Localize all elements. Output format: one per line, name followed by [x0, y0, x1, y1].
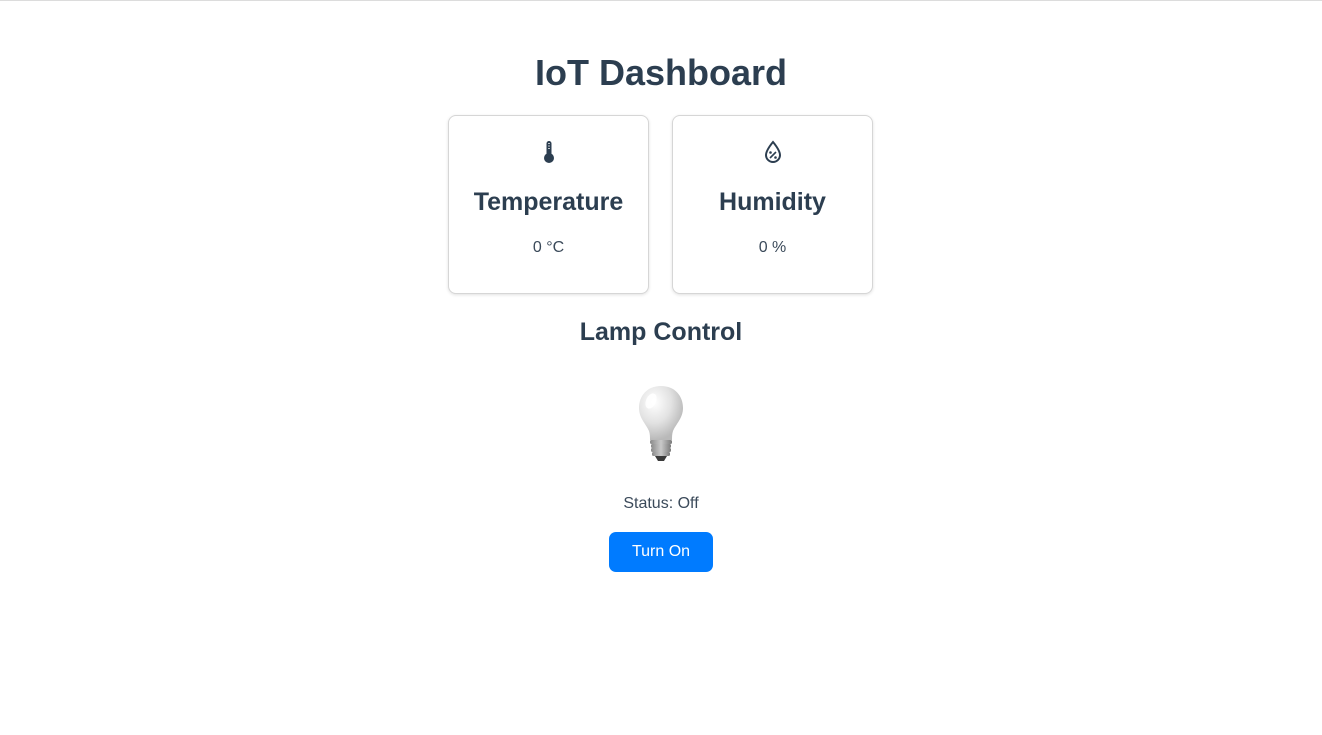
- humidity-value: 0 %: [758, 239, 787, 256]
- light-bulb-icon: [636, 384, 686, 464]
- humidity-label: Humidity: [719, 188, 826, 216]
- turn-on-button[interactable]: Turn On: [609, 532, 713, 572]
- lamp-control-heading: Lamp Control: [579, 318, 743, 346]
- temperature-value: 0 °C: [532, 239, 565, 256]
- temperature-card: Temperature 0 °C: [448, 115, 649, 294]
- water-drop-percent-icon: [673, 140, 872, 164]
- thermometer-icon: [449, 140, 648, 164]
- page-title: IoT Dashboard: [534, 52, 788, 93]
- temperature-label: Temperature: [473, 188, 624, 216]
- humidity-card: Humidity 0 %: [672, 115, 873, 294]
- top-divider: [0, 0, 1322, 1]
- lamp-status-text: Status: Off: [623, 495, 699, 512]
